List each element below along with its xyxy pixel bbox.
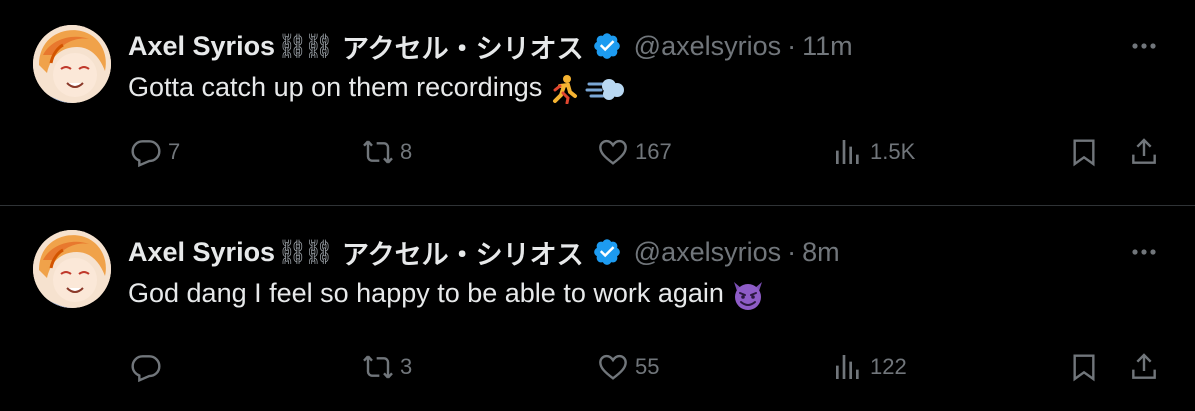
author-handle[interactable]: @axelsyrios [634,237,781,268]
share-button[interactable] [1128,136,1160,168]
share-icon [1132,353,1156,379]
like-button[interactable]: 55 [597,351,659,383]
bookmark-icon [1073,139,1095,167]
more-icon[interactable] [1129,242,1159,262]
tweet-text: God dang I feel so happy to be able to w… [128,278,765,311]
verified-badge-icon[interactable] [592,237,622,267]
share-icon [1132,138,1156,164]
separator-dot: · [787,236,797,267]
avatar[interactable] [33,230,111,308]
bookmark-button[interactable] [1068,136,1100,168]
author-name[interactable]: Axel Syrios [128,237,275,268]
tweet-header: Axel Syrios ⛓⛓ アクセル・シリオス @axelsyrios · 8… [128,232,840,272]
runner-emoji [552,74,577,104]
like-icon [599,354,627,380]
verified-badge-icon[interactable] [592,31,622,61]
avatar[interactable] [33,25,111,103]
author-name-jp[interactable]: アクセル・シリオス [342,27,584,66]
repost-count: 3 [400,354,413,379]
views-icon [836,355,859,379]
like-button[interactable]: 167 [597,136,672,168]
views-count: 1.5K [870,139,916,164]
views-button[interactable]: 1.5K [832,136,915,168]
like-icon [599,139,627,165]
chain-emoji: ⛓⛓ [277,32,334,60]
like-count: 55 [635,354,660,379]
reply-button[interactable] [130,351,168,383]
repost-button[interactable]: 8 [362,136,412,168]
tweet-actions: 3 55 122 [0,351,1195,387]
chain-emoji: ⛓⛓ [277,238,334,266]
reply-button[interactable]: 7 [130,136,180,168]
tweet[interactable]: Axel Syrios ⛓⛓ アクセル・シリオス @axelsyrios · 1… [0,0,1195,205]
views-count: 122 [870,354,907,379]
tweet-text-content: God dang I feel so happy to be able to w… [128,278,724,308]
reply-icon [131,140,161,168]
views-icon [836,140,859,164]
timestamp[interactable]: 11m [802,31,853,62]
bookmark-icon [1073,354,1095,382]
tweet[interactable]: Axel Syrios ⛓⛓ アクセル・シリオス @axelsyrios · 8… [0,206,1195,411]
tweet-text: Gotta catch up on them recordings [128,72,625,104]
dash-emoji [585,78,625,100]
tweet-actions: 7 8 167 1.5K [0,136,1195,172]
repost-count: 8 [400,139,413,164]
views-button[interactable]: 122 [832,351,907,383]
repost-button[interactable]: 3 [362,351,412,383]
author-name-jp[interactable]: アクセル・シリオス [342,233,584,272]
reply-icon [131,355,161,383]
author-name[interactable]: Axel Syrios [128,31,275,62]
repost-icon [363,355,393,379]
repost-icon [363,140,393,164]
bookmark-button[interactable] [1068,351,1100,383]
like-count: 167 [635,139,672,164]
share-button[interactable] [1128,351,1160,383]
more-icon[interactable] [1129,36,1159,56]
reply-count: 7 [168,139,181,164]
tweet-header: Axel Syrios ⛓⛓ アクセル・シリオス @axelsyrios · 1… [128,26,853,66]
smiling-imp-emoji [734,281,763,310]
timestamp[interactable]: 8m [802,237,840,268]
author-handle[interactable]: @axelsyrios [634,31,781,62]
separator-dot: · [787,30,797,61]
tweet-text-content: Gotta catch up on them recordings [128,72,543,102]
